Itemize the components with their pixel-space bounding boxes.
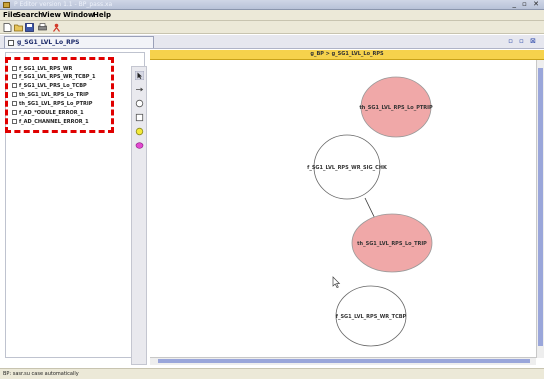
window-controls[interactable]: _ ▫ ✕	[512, 0, 541, 8]
square-state-icon[interactable]	[135, 113, 144, 122]
menu-help[interactable]: Help	[93, 11, 111, 19]
state-node[interactable]: f_SG1_LVL_RPS_WR_TCBP	[335, 285, 407, 347]
new-document-icon[interactable]	[3, 23, 12, 32]
node-label: th_SG1_LVL_RPS_Lo_TRIP	[357, 241, 427, 247]
circle-state-icon[interactable]	[135, 99, 144, 108]
arrow-select-icon[interactable]	[135, 71, 144, 80]
vertical-scroll-thumb[interactable]	[538, 68, 543, 346]
horizontal-scroll-thumb[interactable]	[158, 359, 530, 363]
state-node[interactable]: th_SG1_LVL_RPS_Lo_PTRIP	[359, 76, 433, 138]
yellow-circle-icon[interactable]	[135, 127, 144, 136]
node-label: f_SG1_LVL_RPS_WR_TCBP	[336, 314, 407, 320]
menu-bar: File Search View Window Help	[0, 10, 544, 21]
menu-search[interactable]: Search	[16, 11, 43, 19]
save-icon[interactable]	[25, 23, 34, 32]
tab-checkbox[interactable]	[8, 40, 14, 46]
mouse-cursor-icon	[332, 276, 341, 288]
person-icon[interactable]	[52, 23, 61, 32]
document-window-controls[interactable]: ▫ ▫ ⊠	[508, 37, 538, 45]
status-text: BP: sasr.su case automatically	[3, 371, 79, 377]
app-icon	[3, 2, 10, 8]
breadcrumb: g_BP > g_SG1_LVL_Lo_RPS	[310, 51, 384, 57]
print-icon[interactable]	[38, 23, 47, 32]
status-bar: BP: sasr.su case automatically	[0, 368, 544, 379]
title-bar: P Editor version 1.1 - BP_pass.xa _ ▫ ✕	[0, 0, 544, 10]
document-tab-bar: g_SG1_LVL_Lo_RPS ▫ ▫ ⊠	[0, 35, 544, 49]
diagram-canvas[interactable]: th_SG1_LVL_RPS_Lo_PTRIP f_SG1_LVL_RPS_WR…	[150, 60, 536, 358]
tab-label: g_SG1_LVL_Lo_RPS	[17, 39, 80, 46]
tool-palette	[131, 66, 147, 365]
node-label: th_SG1_LVL_RPS_Lo_PTRIP	[359, 105, 433, 111]
state-diagram[interactable]: th_SG1_LVL_RPS_Lo_PTRIP f_SG1_LVL_RPS_WR…	[150, 60, 536, 358]
state-node[interactable]: f_SG1_LVL_RPS_WR_SIG_CHK	[307, 134, 388, 200]
state-node[interactable]: th_SG1_LVL_RPS_Lo_TRIP	[351, 213, 433, 273]
highlight-box	[5, 57, 114, 133]
menu-window[interactable]: Window	[63, 11, 94, 19]
transition-arrow-icon[interactable]	[135, 85, 144, 94]
breadcrumb-bar: g_BP > g_SG1_LVL_Lo_RPS	[150, 50, 544, 60]
toolbar	[0, 21, 544, 34]
node-label: f_SG1_LVL_RPS_WR_SIG_CHK	[307, 165, 388, 171]
window-title: P Editor version 1.1 - BP_pass.xa	[14, 1, 113, 8]
menu-view[interactable]: View	[42, 11, 61, 19]
open-folder-icon[interactable]	[14, 23, 23, 32]
document-tab[interactable]: g_SG1_LVL_Lo_RPS	[4, 36, 154, 48]
pink-circle-icon[interactable]	[135, 141, 144, 150]
